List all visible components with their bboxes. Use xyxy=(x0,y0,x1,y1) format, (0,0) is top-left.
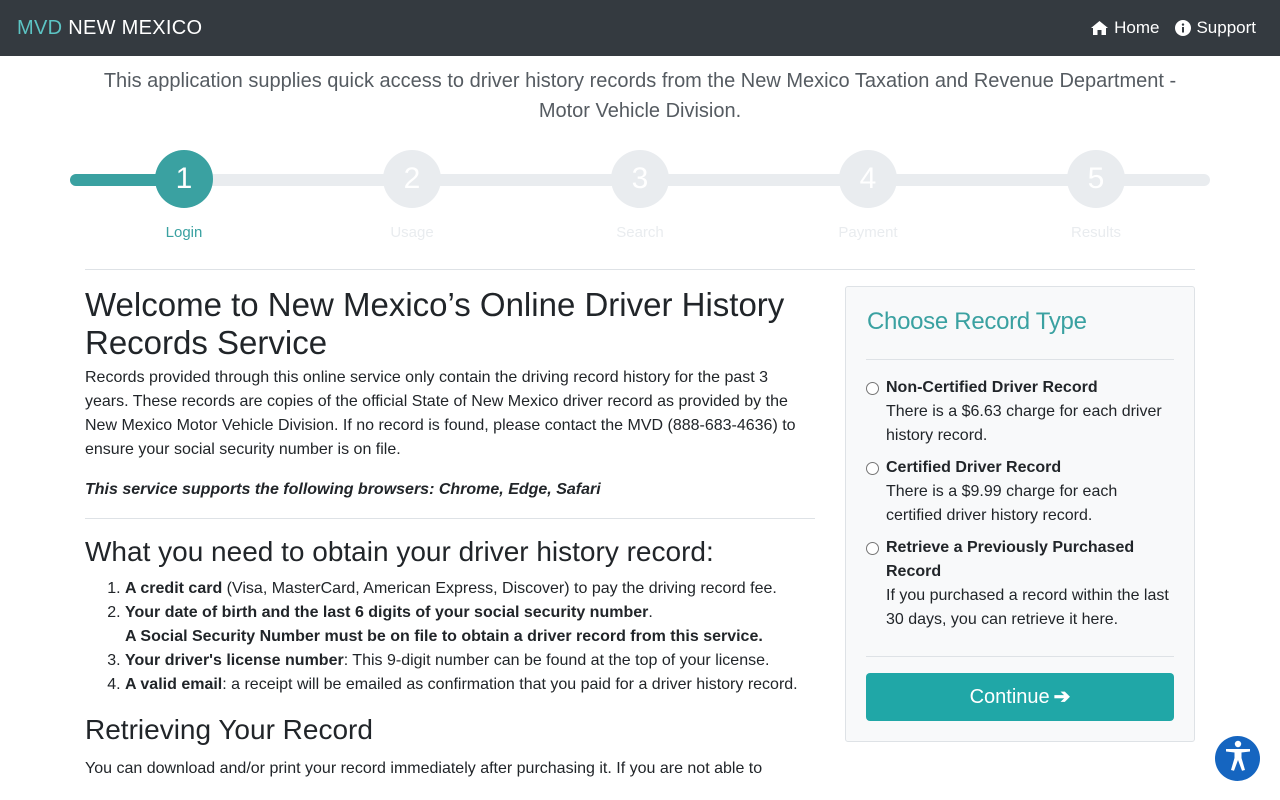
nav-support-label: Support xyxy=(1196,18,1256,37)
brand-name: NEW MEXICO xyxy=(68,17,203,39)
brand-accent: MVD xyxy=(17,17,63,39)
item-bold: A valid email xyxy=(125,676,223,693)
retrieving-description: You can download and/or print your recor… xyxy=(85,760,763,777)
option-text: Retrieve a Previously Purchased Record I… xyxy=(886,536,1174,632)
retrieving-heading: Retrieving Your Record xyxy=(85,714,373,745)
item-bold-note: A Social Security Number must be on file… xyxy=(125,628,763,645)
nav-support-link[interactable]: Support xyxy=(1175,17,1256,39)
step-search: 3 Search xyxy=(590,150,690,243)
item-text: : This 9-digit number can be found at th… xyxy=(343,652,770,669)
step-label: Results xyxy=(1070,224,1122,241)
step-results: 5 Results xyxy=(1046,150,1146,243)
arrow-right-icon: ➔ xyxy=(1053,686,1071,708)
step-circle: 4 xyxy=(839,150,897,208)
step-circle: 2 xyxy=(383,150,441,208)
step-label: Payment xyxy=(838,224,898,241)
list-item: Your driver's license number: This 9-dig… xyxy=(125,649,815,673)
step-circle: 5 xyxy=(1067,150,1125,208)
item-text: : a receipt will be emailed as confirmat… xyxy=(222,676,798,693)
requirements-list: A credit card (Visa, MasterCard, America… xyxy=(85,577,815,697)
option-text: Certified Driver Record There is a $9.99… xyxy=(886,456,1174,528)
item-bold: Your driver's license number xyxy=(125,652,344,669)
option-title: Retrieve a Previously Purchased Record xyxy=(886,539,1135,580)
item-bold: A credit card xyxy=(125,580,223,597)
item-text: (Visa, MasterCard, American Express, Dis… xyxy=(222,580,777,597)
option-certified[interactable]: Certified Driver Record There is a $9.99… xyxy=(866,456,1174,528)
divider xyxy=(866,656,1174,657)
continue-button[interactable]: Continue ➔ xyxy=(866,673,1174,721)
step-circle: 3 xyxy=(611,150,669,208)
option-title: Non-Certified Driver Record xyxy=(886,379,1098,396)
option-description: There is a $9.99 charge for each certifi… xyxy=(886,483,1118,524)
option-title: Certified Driver Record xyxy=(886,459,1062,476)
step-label: Usage xyxy=(390,224,434,241)
navbar: MVD NEW MEXICO Home Support xyxy=(0,0,1280,56)
list-item: A credit card (Visa, MasterCard, America… xyxy=(125,577,815,601)
option-non-certified[interactable]: Non-Certified Driver Record There is a $… xyxy=(866,376,1174,448)
info-circle-icon xyxy=(1175,20,1192,36)
list-item: A valid email: a receipt will be emailed… xyxy=(125,673,815,697)
welcome-description: Records provided through this online ser… xyxy=(85,369,796,458)
step-usage: 2 Usage xyxy=(362,150,462,243)
item-text: . xyxy=(648,604,653,621)
continue-label: Continue xyxy=(969,686,1050,708)
intro-text: This application supplies quick access t… xyxy=(103,70,1177,122)
list-item: Your date of birth and the last 6 digits… xyxy=(125,601,815,649)
home-icon xyxy=(1090,20,1109,36)
brand-logo[interactable]: MVD NEW MEXICO xyxy=(17,16,202,40)
step-label: Search xyxy=(616,224,664,241)
divider xyxy=(85,269,1195,270)
main-content: Welcome to New Mexico’s Online Driver Hi… xyxy=(85,286,815,781)
option-description: There is a $6.63 charge for each driver … xyxy=(886,403,1162,444)
record-type-card: Choose Record Type Non-Certified Driver … xyxy=(845,286,1195,742)
progress-stepper: 1 Login 2 Usage 3 Search 4 Payment 5 Res… xyxy=(70,150,1210,250)
step-payment: 4 Payment xyxy=(818,150,918,243)
item-bold: Your date of birth and the last 6 digits… xyxy=(125,604,649,621)
page-title: Welcome to New Mexico’s Online Driver Hi… xyxy=(85,286,785,361)
accessibility-icon xyxy=(1224,740,1252,777)
record-type-title: Choose Record Type xyxy=(867,308,1087,335)
divider xyxy=(866,359,1174,360)
nav-links: Home Support xyxy=(1090,17,1256,39)
step-circle: 1 xyxy=(155,150,213,208)
option-description: If you purchased a record within the las… xyxy=(886,587,1169,628)
radio-retrieve[interactable] xyxy=(866,542,879,555)
divider xyxy=(85,518,815,519)
step-login: 1 Login xyxy=(134,150,234,243)
nav-home-link[interactable]: Home xyxy=(1090,17,1159,39)
step-label: Login xyxy=(165,224,203,241)
radio-certified[interactable] xyxy=(866,462,879,475)
accessibility-button[interactable] xyxy=(1215,736,1260,781)
option-text: Non-Certified Driver Record There is a $… xyxy=(886,376,1174,448)
radio-non-certified[interactable] xyxy=(866,382,879,395)
option-retrieve[interactable]: Retrieve a Previously Purchased Record I… xyxy=(866,536,1174,632)
nav-home-label: Home xyxy=(1114,18,1160,37)
requirements-heading: What you need to obtain your driver hist… xyxy=(85,536,714,567)
browser-support-note: This service supports the following brow… xyxy=(85,481,601,498)
